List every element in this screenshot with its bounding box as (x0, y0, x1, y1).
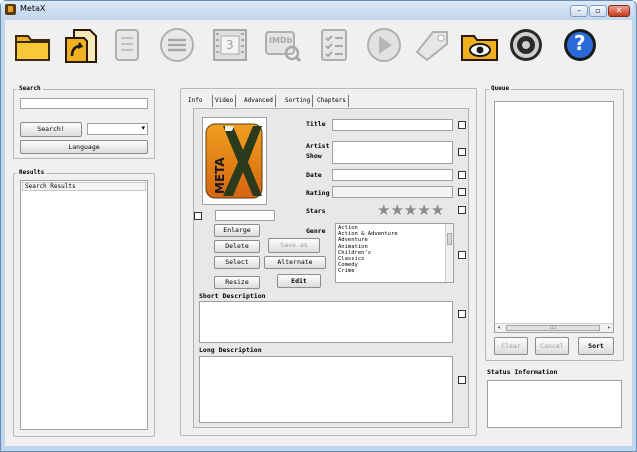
tab-info[interactable]: Info (186, 95, 206, 107)
star-icon[interactable]: ★ (404, 201, 417, 219)
window-title: MetaX (20, 4, 46, 13)
genre-checkbox[interactable] (458, 251, 466, 259)
scroll-thumb[interactable] (447, 233, 452, 245)
artist-input[interactable] (332, 141, 453, 164)
preview-folder-icon[interactable] (460, 26, 500, 64)
clear-button[interactable]: Clear (494, 337, 528, 355)
rating-select[interactable] (332, 186, 453, 198)
long-description-checkbox[interactable] (458, 376, 466, 384)
rating-checkbox[interactable] (458, 188, 466, 196)
long-description-label: Long Description (199, 346, 262, 354)
queue-hscrollbar[interactable]: ◂ III ▸ (495, 323, 613, 332)
search-button[interactable]: Search! (20, 122, 82, 137)
sound-icon[interactable] (506, 26, 546, 64)
results-group-label: Results (17, 169, 47, 176)
maximize-button[interactable]: ▫ (589, 5, 607, 17)
save-as-button[interactable]: Save as (268, 238, 320, 253)
star-icon[interactable]: ★ (377, 201, 390, 219)
stars-label: Stars (306, 207, 326, 215)
date-label: Date (306, 171, 322, 179)
checklist-icon (315, 26, 355, 64)
enlarge-button[interactable]: Enlarge (214, 224, 260, 237)
alternate-button[interactable]: Alternate (264, 256, 326, 269)
artwork-frame[interactable]: META (202, 117, 267, 205)
title-input[interactable] (332, 119, 453, 131)
edit-button[interactable]: Edit (277, 274, 321, 288)
imdb-label: IMDb (269, 36, 293, 45)
star-icon[interactable]: ★ (390, 201, 403, 219)
genre-label: Genre (306, 227, 326, 235)
long-description-input[interactable] (199, 356, 453, 423)
results-list[interactable]: Search Results (20, 180, 148, 430)
select-button[interactable]: Select (214, 256, 260, 269)
status-label: Status Information (487, 368, 558, 376)
help-label: ? (574, 31, 586, 55)
open-file-icon[interactable] (62, 26, 102, 64)
search-input[interactable] (20, 98, 148, 109)
film-icon: 3 (210, 26, 250, 64)
title-bar[interactable] (1, 1, 634, 19)
delete-button[interactable]: Delete (214, 240, 260, 253)
date-checkbox[interactable] (458, 171, 466, 179)
scroll-thumb[interactable]: III (506, 325, 600, 331)
short-description-checkbox[interactable] (458, 310, 466, 318)
genre-list[interactable]: Action Action & Adventure Adventure Anim… (335, 223, 454, 283)
scroll-right-icon[interactable]: ▸ (607, 324, 611, 331)
play-icon (364, 26, 404, 64)
star-icon[interactable]: ★ (417, 201, 430, 219)
tracks-icon (157, 26, 197, 64)
status-box (487, 380, 622, 428)
stars-rating[interactable]: ★★★★★ (377, 201, 453, 219)
cancel-button[interactable]: Cancel (535, 337, 569, 355)
minimize-button[interactable]: – (570, 5, 588, 17)
short-description-label: Short Description (199, 292, 266, 300)
search-group-label: Search (17, 85, 43, 92)
tab-chapters[interactable]: Chapters (315, 95, 349, 107)
close-button[interactable]: ✕ (608, 5, 630, 17)
star-icon[interactable]: ★ (431, 201, 444, 219)
tab-sorting[interactable]: Sorting (283, 95, 314, 107)
artwork-path-field[interactable] (215, 210, 275, 221)
resize-button[interactable]: Resize (214, 276, 260, 289)
tab-video[interactable]: Video (212, 95, 237, 107)
scroll-left-icon[interactable]: ◂ (497, 324, 501, 331)
short-description-input[interactable] (199, 301, 453, 343)
stars-checkbox[interactable] (458, 206, 466, 214)
tag-icon (413, 26, 453, 64)
tab-advanced[interactable]: Advanced (242, 95, 276, 107)
artist-label: Artist Show (306, 142, 330, 160)
language-button[interactable]: Language (20, 140, 148, 154)
rating-label: Rating (306, 189, 330, 197)
results-header[interactable]: Search Results (22, 182, 146, 191)
date-input[interactable] (332, 169, 453, 181)
document-icon (108, 26, 148, 64)
artwork-checkbox[interactable] (194, 212, 202, 220)
queue-list[interactable]: ◂ III ▸ (494, 101, 614, 333)
artwork-text: META (213, 157, 227, 194)
title-label: Title (306, 120, 326, 128)
help-icon[interactable]: ? (560, 26, 600, 64)
queue-group-label: Queue (489, 85, 512, 92)
search-combo[interactable]: ▾ (87, 123, 148, 135)
genre-scrollbar[interactable] (445, 224, 453, 282)
app-icon (5, 4, 16, 15)
artist-checkbox[interactable] (458, 148, 466, 156)
list-item[interactable]: Crime (338, 268, 451, 274)
sort-button[interactable]: Sort (578, 337, 614, 355)
imdb-search-icon: IMDb (263, 26, 303, 64)
film-label: 3 (226, 38, 234, 52)
chevron-down-icon: ▾ (141, 124, 145, 132)
open-folder-icon[interactable] (13, 26, 53, 64)
title-checkbox[interactable] (458, 121, 466, 129)
